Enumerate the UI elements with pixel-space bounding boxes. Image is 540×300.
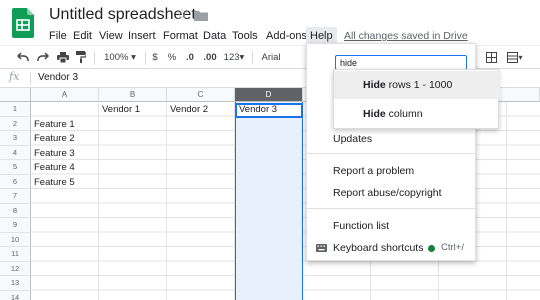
selected-column-highlight xyxy=(235,102,303,300)
keyboard-icon xyxy=(316,244,327,252)
paint-format-icon[interactable] xyxy=(74,46,88,69)
cell-a3[interactable]: Feature 2 xyxy=(31,132,75,147)
menu-data[interactable]: Data xyxy=(201,27,228,45)
menu-divider xyxy=(307,208,477,209)
help-item-function-list[interactable]: Function list xyxy=(333,219,389,233)
menu-divider xyxy=(307,153,477,154)
borders-icon[interactable] xyxy=(483,46,499,69)
toolbar-divider xyxy=(145,51,146,65)
row-header[interactable]: 4 xyxy=(0,145,31,160)
undo-icon[interactable] xyxy=(15,46,31,69)
menu-insert[interactable]: Insert xyxy=(126,27,158,45)
row-header[interactable]: 8 xyxy=(0,203,31,218)
font-select[interactable]: Arial xyxy=(258,46,284,69)
menu-view[interactable]: View xyxy=(97,27,125,45)
folder-icon[interactable] xyxy=(194,10,208,21)
row-header[interactable]: 11 xyxy=(0,247,31,262)
document-title[interactable]: Untitled spreadsheet xyxy=(49,6,196,24)
zoom-select[interactable]: 100% ▾ xyxy=(99,46,141,69)
decrease-decimals-button[interactable]: .0 xyxy=(182,46,198,69)
chevron-down-icon: ▾ xyxy=(239,52,245,63)
currency-format-button[interactable]: $ xyxy=(149,46,161,69)
chevron-down-icon: ▾ xyxy=(131,52,136,63)
row-header[interactable]: 12 xyxy=(0,261,31,276)
column-header-a[interactable]: A xyxy=(31,88,99,102)
more-formats-select[interactable]: 123▾ xyxy=(222,46,246,69)
help-item-keyboard-shortcuts[interactable]: Keyboard shortcuts xyxy=(333,241,423,255)
select-all-corner[interactable] xyxy=(0,88,31,102)
redo-icon[interactable] xyxy=(35,46,51,69)
menu-tools[interactable]: Tools xyxy=(230,27,260,45)
zoom-value: 100% xyxy=(104,52,129,63)
row-header[interactable]: 3 xyxy=(0,131,31,146)
percent-format-button[interactable]: % xyxy=(166,46,178,69)
more-formats-label: 123 xyxy=(223,52,240,63)
cell-a5[interactable]: Feature 4 xyxy=(31,161,75,176)
cell-c1[interactable]: Vendor 2 xyxy=(167,103,208,118)
star-icon[interactable]: ☆ xyxy=(175,6,188,24)
cell-a4[interactable]: Feature 3 xyxy=(31,147,75,162)
formula-divider xyxy=(30,72,31,85)
menu-file[interactable]: File xyxy=(47,27,69,45)
menu-add-ons[interactable]: Add-ons xyxy=(264,27,309,45)
row-header[interactable]: 6 xyxy=(0,174,31,189)
chevron-down-icon: ▾ xyxy=(518,53,523,62)
toolbar-divider xyxy=(94,51,95,65)
merge-cells-icon[interactable]: ▾ xyxy=(503,46,527,69)
row-header[interactable]: 2 xyxy=(0,116,31,131)
toolbar-divider xyxy=(252,51,253,65)
result-match-text: Hide xyxy=(363,79,386,91)
row-header[interactable]: 10 xyxy=(0,232,31,247)
result-match-text: Hide xyxy=(363,108,386,120)
menu-edit[interactable]: Edit xyxy=(71,27,94,45)
status-dot-icon xyxy=(428,245,435,252)
formula-input[interactable]: Vendor 3 xyxy=(38,72,78,83)
column-header-c[interactable]: C xyxy=(167,88,235,102)
search-result-hide-column[interactable]: Hide column xyxy=(334,100,500,128)
help-search-results: Hide rows 1 - 1000 Hide column xyxy=(333,69,500,129)
help-item-report-problem[interactable]: Report a problem xyxy=(333,164,414,178)
cell-b1[interactable]: Vendor 1 xyxy=(99,103,140,118)
row-header[interactable]: 5 xyxy=(0,160,31,175)
result-rest-text: rows 1 - 1000 xyxy=(385,79,453,91)
row-header[interactable]: 13 xyxy=(0,276,31,291)
help-item-updates[interactable]: Updates xyxy=(333,132,372,146)
help-search-input[interactable] xyxy=(335,55,467,70)
sheets-logo-icon[interactable] xyxy=(12,8,34,38)
increase-decimals-button[interactable]: .00 xyxy=(200,46,220,69)
shortcut-keys: Ctrl+/ xyxy=(441,242,464,253)
column-header-d[interactable]: D xyxy=(235,88,303,102)
row-header[interactable]: 14 xyxy=(0,290,31,300)
cell-a2[interactable]: Feature 1 xyxy=(31,118,75,133)
fx-icon: fx xyxy=(9,70,20,83)
cell-a6[interactable]: Feature 5 xyxy=(31,176,75,191)
help-item-report-abuse[interactable]: Report abuse/copyright xyxy=(333,186,442,200)
menu-format[interactable]: Format xyxy=(161,27,200,45)
search-result-hide-rows[interactable]: Hide rows 1 - 1000 xyxy=(334,71,500,99)
row-header[interactable]: 9 xyxy=(0,218,31,233)
row-header[interactable]: 7 xyxy=(0,189,31,204)
column-header-b[interactable]: B xyxy=(99,88,167,102)
print-icon[interactable] xyxy=(55,46,71,69)
row-header[interactable]: 1 xyxy=(0,102,31,117)
result-rest-text: column xyxy=(385,108,423,120)
cell-d1[interactable]: Vendor 3 xyxy=(236,103,277,118)
